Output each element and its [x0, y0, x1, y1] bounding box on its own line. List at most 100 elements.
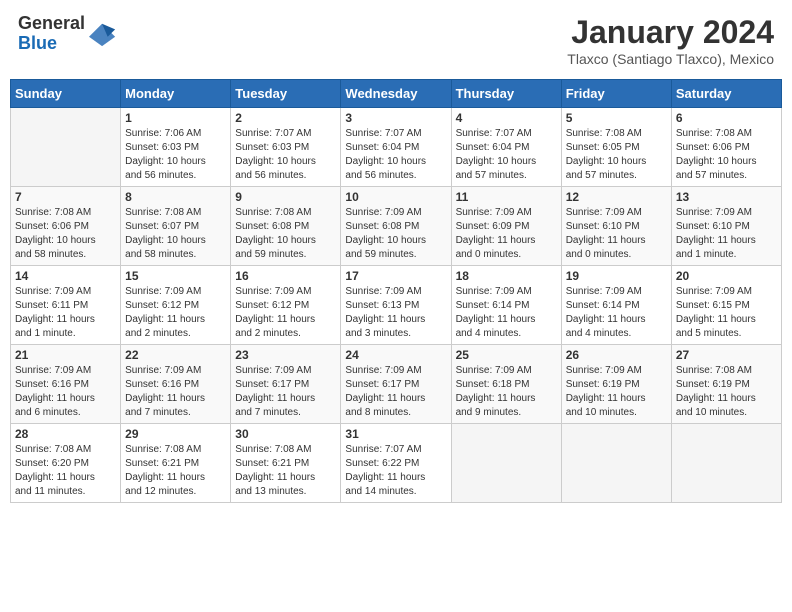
day-number: 26 — [566, 348, 667, 362]
calendar-day-cell — [451, 424, 561, 503]
day-number: 28 — [15, 427, 116, 441]
day-info: Sunrise: 7:09 AMSunset: 6:15 PMDaylight:… — [676, 285, 777, 341]
title-block: January 2024 Tlaxco (Santiago Tlaxco), M… — [567, 14, 774, 67]
day-info: Sunrise: 7:08 AMSunset: 6:05 PMDaylight:… — [566, 127, 667, 183]
day-number: 19 — [566, 269, 667, 283]
calendar-week-row: 7 Sunrise: 7:08 AMSunset: 6:06 PMDaylight… — [11, 187, 782, 266]
day-number: 1 — [125, 111, 226, 125]
weekday-header-cell: Thursday — [451, 80, 561, 108]
day-number: 29 — [125, 427, 226, 441]
calendar-day-cell: 5 Sunrise: 7:08 AMSunset: 6:05 PMDaylight… — [561, 108, 671, 187]
weekday-header-cell: Monday — [121, 80, 231, 108]
calendar-day-cell: 1Sunrise: 7:06 AMSunset: 6:03 PMDaylight… — [121, 108, 231, 187]
day-number: 31 — [345, 427, 446, 441]
calendar-day-cell: 19 Sunrise: 7:09 AMSunset: 6:14 PMDayligh… — [561, 266, 671, 345]
day-number: 7 — [15, 190, 116, 204]
day-info: Sunrise: 7:07 AMSunset: 6:04 PMDaylight:… — [345, 127, 446, 183]
calendar-day-cell: 23 Sunrise: 7:09 AMSunset: 6:17 PMDayligh… — [231, 345, 341, 424]
month-year-title: January 2024 — [567, 14, 774, 51]
day-info: Sunrise: 7:09 AMSunset: 6:14 PMDaylight:… — [566, 285, 667, 341]
calendar-day-cell: 10 Sunrise: 7:09 AMSunset: 6:08 PMDayligh… — [341, 187, 451, 266]
calendar-day-cell: 21 Sunrise: 7:09 AMSunset: 6:16 PMDayligh… — [11, 345, 121, 424]
day-info: Sunrise: 7:09 AMSunset: 6:09 PMDaylight:… — [456, 206, 557, 262]
day-info: Sunrise: 7:08 AMSunset: 6:06 PMDaylight:… — [15, 206, 116, 262]
day-info: Sunrise: 7:09 AMSunset: 6:16 PMDaylight:… — [125, 364, 226, 420]
calendar-day-cell: 30 Sunrise: 7:08 AMSunset: 6:21 PMDayligh… — [231, 424, 341, 503]
day-number: 4 — [456, 111, 557, 125]
calendar-day-cell: 13 Sunrise: 7:09 AMSunset: 6:10 PMDayligh… — [671, 187, 781, 266]
day-info: Sunrise: 7:09 AMSunset: 6:11 PMDaylight:… — [15, 285, 116, 341]
logo: General Blue — [18, 14, 117, 54]
day-number: 27 — [676, 348, 777, 362]
day-info: Sunrise: 7:09 AMSunset: 6:10 PMDaylight:… — [566, 206, 667, 262]
weekday-header-cell: Wednesday — [341, 80, 451, 108]
calendar-day-cell: 27 Sunrise: 7:08 AMSunset: 6:19 PMDayligh… — [671, 345, 781, 424]
logo-blue: Blue — [18, 34, 85, 54]
day-info: Sunrise: 7:09 AMSunset: 6:10 PMDaylight:… — [676, 206, 777, 262]
day-number: 6 — [676, 111, 777, 125]
day-number: 14 — [15, 269, 116, 283]
day-info: Sunrise: 7:09 AMSunset: 6:16 PMDaylight:… — [15, 364, 116, 420]
calendar-week-row: 21 Sunrise: 7:09 AMSunset: 6:16 PMDayligh… — [11, 345, 782, 424]
weekday-header-row: SundayMondayTuesdayWednesdayThursdayFrid… — [11, 80, 782, 108]
calendar-day-cell — [11, 108, 121, 187]
day-info: Sunrise: 7:08 AMSunset: 6:06 PMDaylight:… — [676, 127, 777, 183]
day-number: 18 — [456, 269, 557, 283]
day-info: Sunrise: 7:08 AMSunset: 6:08 PMDaylight:… — [235, 206, 336, 262]
calendar-day-cell: 28Sunrise: 7:08 AMSunset: 6:20 PMDayligh… — [11, 424, 121, 503]
calendar-day-cell — [561, 424, 671, 503]
day-info: Sunrise: 7:09 AMSunset: 6:08 PMDaylight:… — [345, 206, 446, 262]
calendar-day-cell: 7 Sunrise: 7:08 AMSunset: 6:06 PMDaylight… — [11, 187, 121, 266]
calendar-day-cell: 25Sunrise: 7:09 AMSunset: 6:18 PMDayligh… — [451, 345, 561, 424]
day-info: Sunrise: 7:09 AMSunset: 6:12 PMDaylight:… — [125, 285, 226, 341]
calendar-day-cell: 16Sunrise: 7:09 AMSunset: 6:12 PMDayligh… — [231, 266, 341, 345]
calendar-day-cell: 8Sunrise: 7:08 AMSunset: 6:07 PMDaylight… — [121, 187, 231, 266]
calendar-day-cell: 15 Sunrise: 7:09 AMSunset: 6:12 PMDayligh… — [121, 266, 231, 345]
day-number: 3 — [345, 111, 446, 125]
day-number: 24 — [345, 348, 446, 362]
calendar-day-cell: 14 Sunrise: 7:09 AMSunset: 6:11 PMDayligh… — [11, 266, 121, 345]
calendar-day-cell: 11 Sunrise: 7:09 AMSunset: 6:09 PMDayligh… — [451, 187, 561, 266]
calendar-day-cell: 3 Sunrise: 7:07 AMSunset: 6:04 PMDaylight… — [341, 108, 451, 187]
calendar-day-cell: 12Sunrise: 7:09 AMSunset: 6:10 PMDayligh… — [561, 187, 671, 266]
day-info: Sunrise: 7:08 AMSunset: 6:07 PMDaylight:… — [125, 206, 226, 262]
day-number: 9 — [235, 190, 336, 204]
calendar-body: 1Sunrise: 7:06 AMSunset: 6:03 PMDaylight… — [11, 108, 782, 503]
day-number: 23 — [235, 348, 336, 362]
day-number: 10 — [345, 190, 446, 204]
day-info: Sunrise: 7:09 AMSunset: 6:14 PMDaylight:… — [456, 285, 557, 341]
day-info: Sunrise: 7:07 AMSunset: 6:22 PMDaylight:… — [345, 443, 446, 499]
day-number: 13 — [676, 190, 777, 204]
day-number: 11 — [456, 190, 557, 204]
day-info: Sunrise: 7:08 AMSunset: 6:21 PMDaylight:… — [125, 443, 226, 499]
day-number: 20 — [676, 269, 777, 283]
calendar-day-cell: 24Sunrise: 7:09 AMSunset: 6:17 PMDayligh… — [341, 345, 451, 424]
day-number: 30 — [235, 427, 336, 441]
weekday-header-cell: Friday — [561, 80, 671, 108]
calendar-week-row: 28Sunrise: 7:08 AMSunset: 6:20 PMDayligh… — [11, 424, 782, 503]
day-number: 2 — [235, 111, 336, 125]
calendar-day-cell: 6 Sunrise: 7:08 AMSunset: 6:06 PMDaylight… — [671, 108, 781, 187]
day-info: Sunrise: 7:09 AMSunset: 6:17 PMDaylight:… — [235, 364, 336, 420]
day-info: Sunrise: 7:09 AMSunset: 6:13 PMDaylight:… — [345, 285, 446, 341]
calendar-day-cell — [671, 424, 781, 503]
day-number: 15 — [125, 269, 226, 283]
day-number: 21 — [15, 348, 116, 362]
calendar-week-row: 1Sunrise: 7:06 AMSunset: 6:03 PMDaylight… — [11, 108, 782, 187]
day-info: Sunrise: 7:08 AMSunset: 6:21 PMDaylight:… — [235, 443, 336, 499]
location-subtitle: Tlaxco (Santiago Tlaxco), Mexico — [567, 51, 774, 67]
logo-text: General Blue — [18, 14, 85, 54]
day-info: Sunrise: 7:08 AMSunset: 6:19 PMDaylight:… — [676, 364, 777, 420]
calendar-day-cell: 9 Sunrise: 7:08 AMSunset: 6:08 PMDaylight… — [231, 187, 341, 266]
day-info: Sunrise: 7:09 AMSunset: 6:19 PMDaylight:… — [566, 364, 667, 420]
day-info: Sunrise: 7:07 AMSunset: 6:04 PMDaylight:… — [456, 127, 557, 183]
logo-general: General — [18, 14, 85, 34]
day-number: 5 — [566, 111, 667, 125]
calendar-day-cell: 22 Sunrise: 7:09 AMSunset: 6:16 PMDayligh… — [121, 345, 231, 424]
day-info: Sunrise: 7:09 AMSunset: 6:18 PMDaylight:… — [456, 364, 557, 420]
calendar-day-cell: 29 Sunrise: 7:08 AMSunset: 6:21 PMDayligh… — [121, 424, 231, 503]
weekday-header-cell: Saturday — [671, 80, 781, 108]
calendar-week-row: 14 Sunrise: 7:09 AMSunset: 6:11 PMDayligh… — [11, 266, 782, 345]
day-number: 22 — [125, 348, 226, 362]
day-number: 16 — [235, 269, 336, 283]
